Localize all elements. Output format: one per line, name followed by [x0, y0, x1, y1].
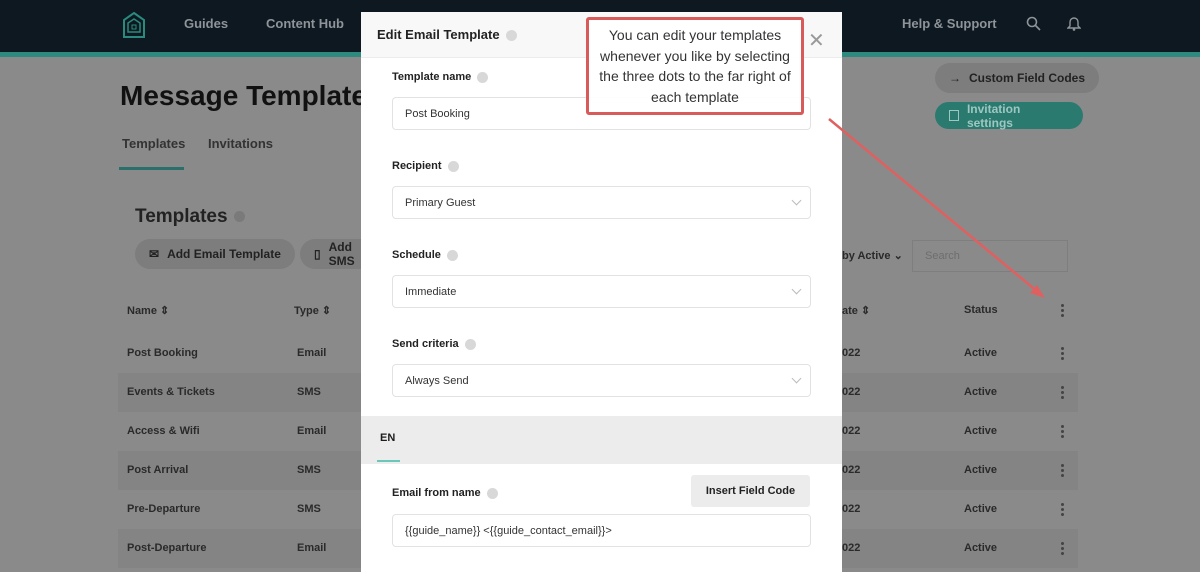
annotation-arrow — [828, 118, 1045, 298]
